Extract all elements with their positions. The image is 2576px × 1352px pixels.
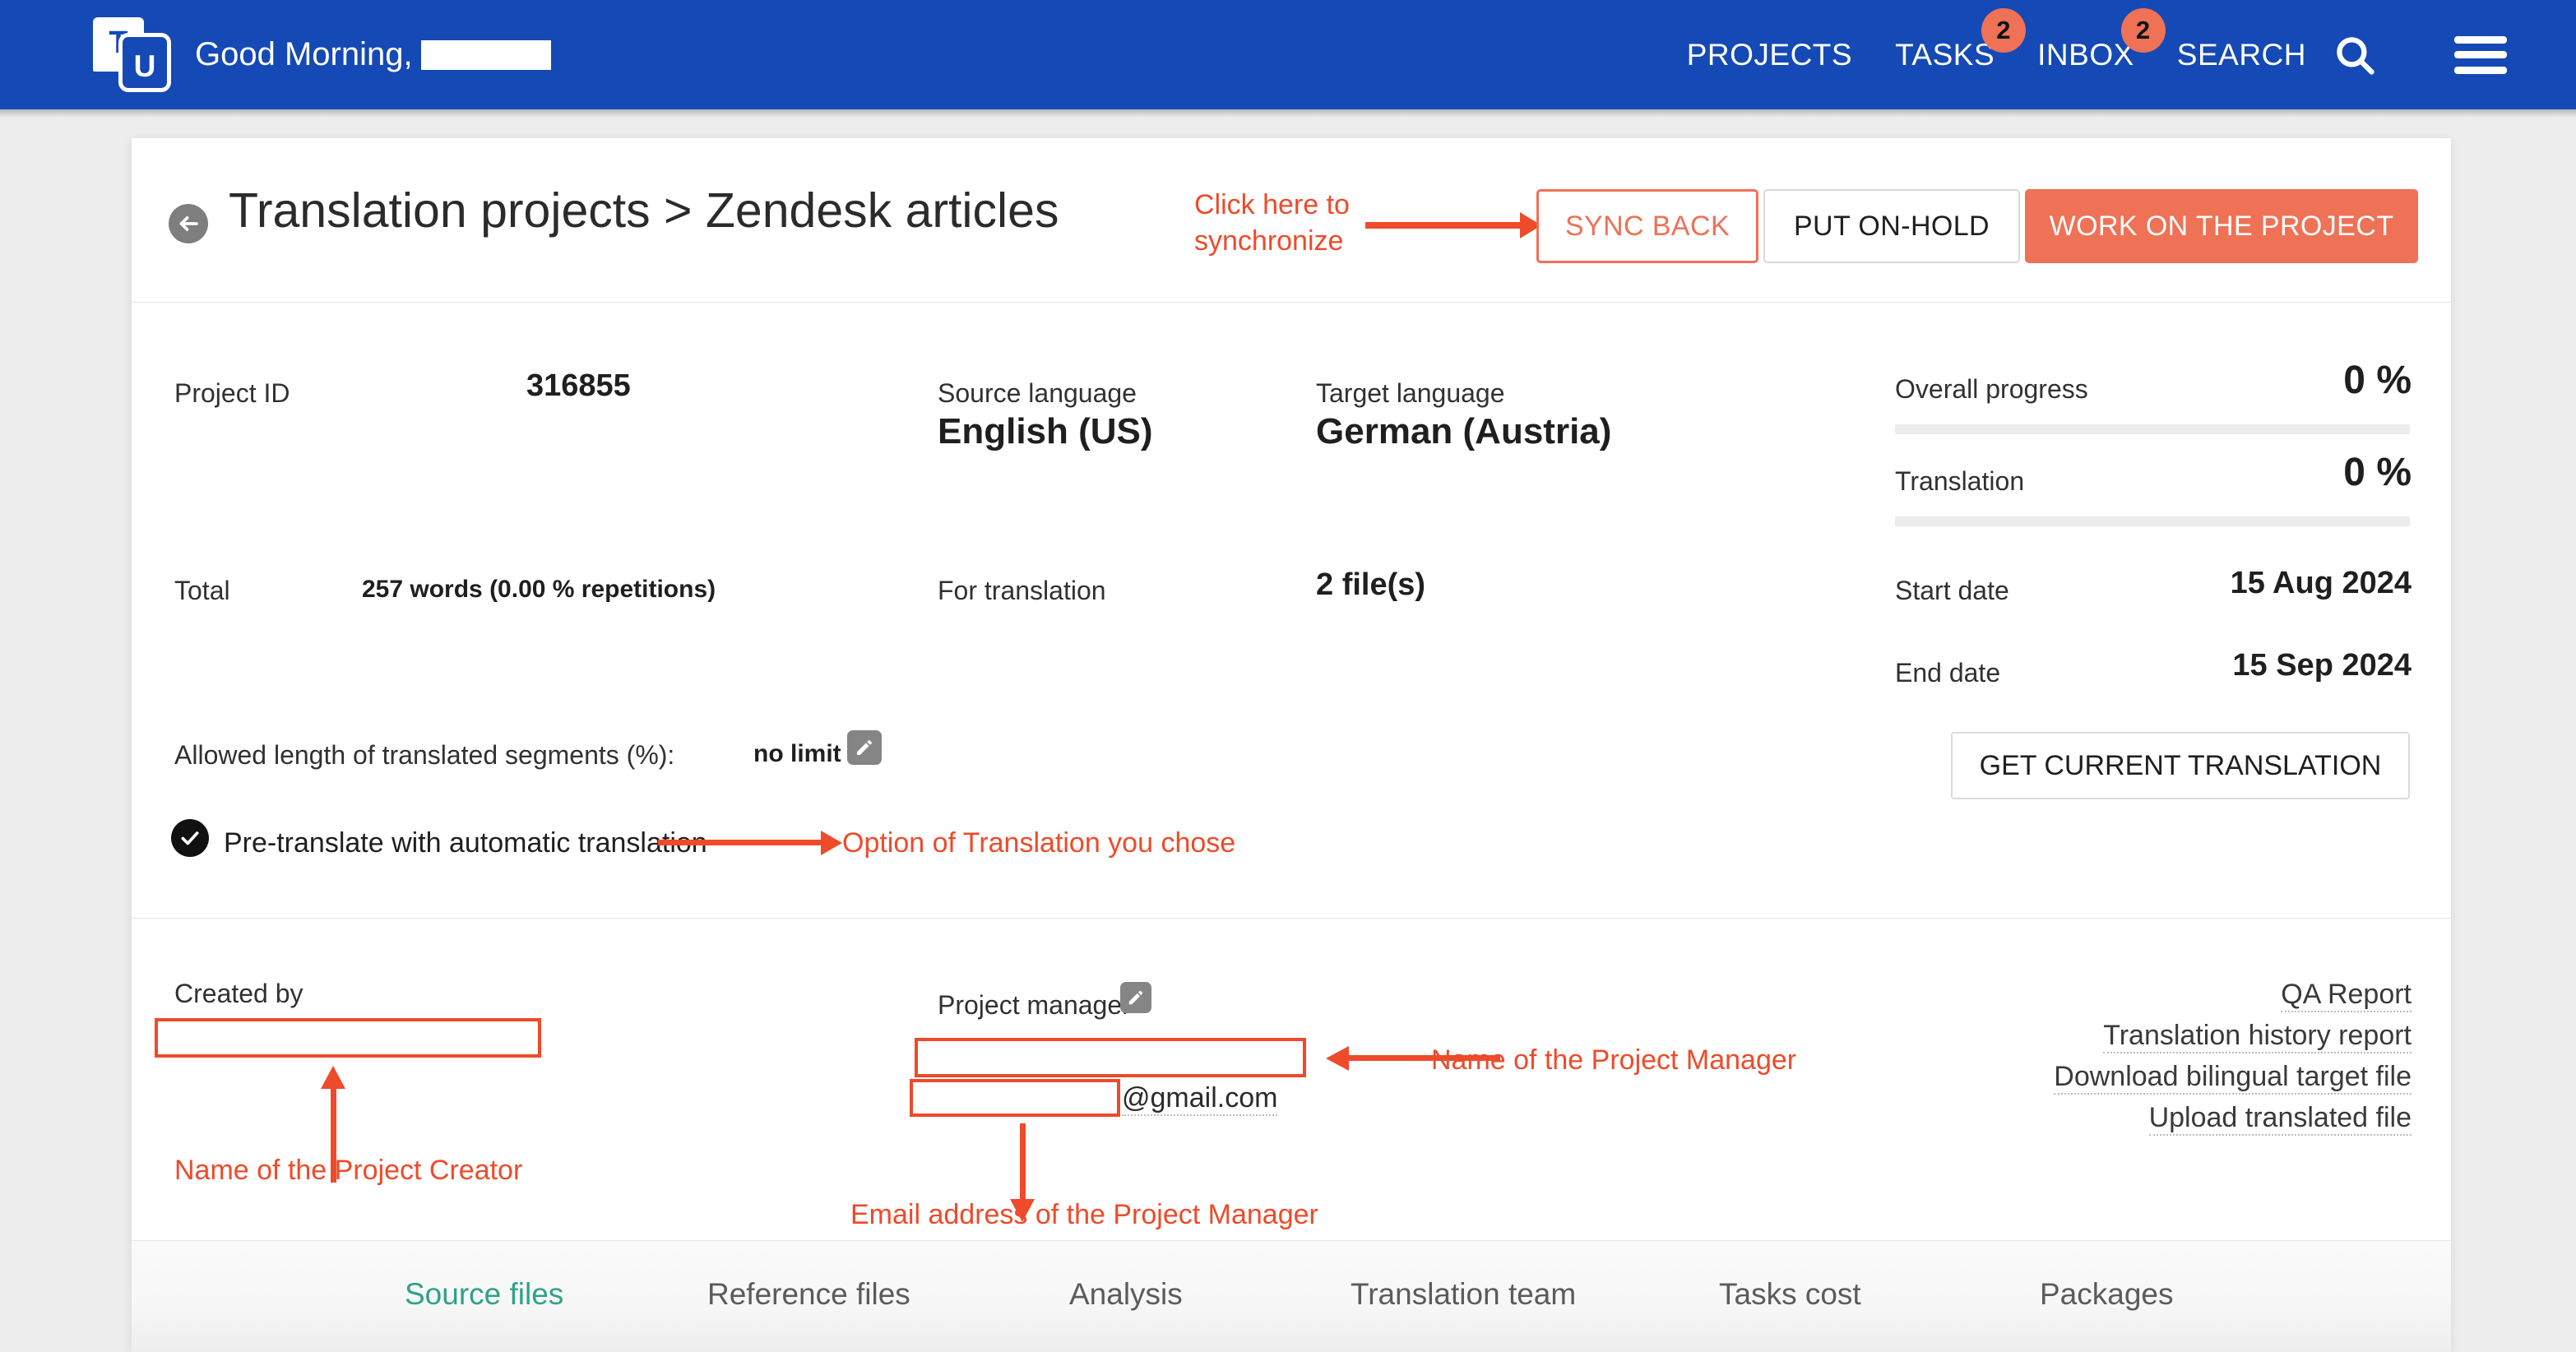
annotation-manager-email: Email address of the Project Manager xyxy=(850,1199,1318,1230)
nav-item-inbox-label: INBOX xyxy=(2037,37,2134,72)
nav-links: PROJECTS TASKS 2 INBOX 2 SEARCH xyxy=(1687,7,2507,82)
project-manager-email-user-redacted xyxy=(910,1079,1120,1117)
project-manager-email-domain: @gmail.com xyxy=(1122,1082,1278,1116)
allowed-length-label: Allowed length of translated segments (%… xyxy=(174,740,675,770)
tasks-badge: 2 xyxy=(1981,7,2027,53)
annotation-sync: Click here to synchronize xyxy=(1194,189,1350,257)
download-bilingual-target-file-link[interactable]: Download bilingual target file xyxy=(2054,1061,2412,1095)
nav-item-search-label: SEARCH xyxy=(2176,37,2306,72)
total-value: 257 words (0.00 % repetitions) xyxy=(362,576,716,603)
annotation-manager-arrow-head xyxy=(1326,1046,1349,1071)
back-arrow-icon[interactable] xyxy=(169,204,208,243)
greeting-label: Good Morning, xyxy=(195,36,413,72)
inbox-badge: 2 xyxy=(2120,7,2166,53)
search-icon[interactable] xyxy=(2328,28,2382,82)
total-label: Total xyxy=(174,576,230,605)
start-date-label: Start date xyxy=(1895,576,2009,605)
project-manager-pencil-edit-icon[interactable] xyxy=(1120,982,1151,1013)
end-date-value: 15 Sep 2024 xyxy=(2232,648,2412,683)
annotation-option-arrow-line xyxy=(658,840,822,845)
tab-analysis[interactable]: Analysis xyxy=(1069,1277,1183,1312)
upload-translated-file-link[interactable]: Upload translated file xyxy=(2148,1102,2412,1137)
annotation-creator-arrow-head xyxy=(321,1066,345,1089)
translation-history-report-link[interactable]: Translation history report xyxy=(2103,1020,2412,1054)
tab-tasks-cost[interactable]: Tasks cost xyxy=(1719,1277,1861,1312)
start-date-value: 15 Aug 2024 xyxy=(2230,566,2412,600)
target-language-label: Target language xyxy=(1316,378,1505,408)
translation-progress-bar xyxy=(1895,516,2410,526)
greeting-text: Good Morning, xyxy=(195,36,551,73)
allowed-length-pencil-edit-icon[interactable] xyxy=(847,730,882,765)
overall-progress-bar xyxy=(1895,424,2410,434)
pretranslate-label: Pre-translate with automatic translation xyxy=(224,827,707,859)
target-language-value: German (Austria) xyxy=(1316,411,1612,451)
nav-item-search[interactable]: SEARCH xyxy=(2177,38,2306,72)
get-current-translation-button[interactable]: GET CURRENT TRANSLATION xyxy=(1951,732,2410,799)
source-language-label: Source language xyxy=(938,378,1137,408)
allowed-length-value: no limit xyxy=(753,740,841,767)
translation-progress-label: Translation xyxy=(1895,466,2025,496)
annotation-sync-arrow-line xyxy=(1365,222,1522,229)
section-divider xyxy=(132,918,2451,919)
redacted-user-name xyxy=(420,39,551,70)
annotation-creator: Name of the Project Creator xyxy=(174,1155,523,1186)
work-on-project-button[interactable]: WORK ON THE PROJECT xyxy=(2025,189,2418,263)
tab-source-files[interactable]: Source files xyxy=(405,1277,563,1312)
nav-item-tasks-label: TASKS xyxy=(1895,37,1995,72)
translation-progress-value: 0 % xyxy=(2343,451,2412,494)
topbar-shadow xyxy=(0,109,2576,118)
page-title: Translation projects > Zendesk articles xyxy=(229,183,1059,238)
annotation-option: Option of Translation you chose xyxy=(842,827,1236,859)
project-id-label: Project ID xyxy=(174,378,290,408)
logo-letter-u: U xyxy=(118,32,171,92)
tab-translation-team[interactable]: Translation team xyxy=(1351,1277,1576,1312)
source-language-value: English (US) xyxy=(938,411,1153,451)
hamburger-menu-icon[interactable] xyxy=(2454,35,2507,74)
project-id-value: 316855 xyxy=(526,368,631,403)
tab-bar: Source files Reference files Analysis Tr… xyxy=(132,1240,2451,1352)
annotation-email-arrow-line xyxy=(1020,1123,1026,1202)
qa-report-link[interactable]: QA Report xyxy=(2281,979,2412,1013)
app-logo[interactable]: T U xyxy=(93,16,172,93)
nav-item-projects-label: PROJECTS xyxy=(1686,37,1853,72)
for-translation-value: 2 file(s) xyxy=(1316,567,1426,602)
nav-item-tasks[interactable]: TASKS 2 xyxy=(1895,7,2027,72)
overall-progress-value: 0 % xyxy=(2343,359,2412,402)
pretranslate-checkbox[interactable] xyxy=(171,819,209,857)
project-manager-value-redacted xyxy=(915,1038,1306,1077)
annotation-option-arrow-head xyxy=(821,831,842,855)
tab-reference-files[interactable]: Reference files xyxy=(707,1277,910,1312)
tab-packages[interactable]: Packages xyxy=(2040,1277,2174,1312)
created-by-value-redacted xyxy=(155,1018,541,1058)
nav-item-inbox[interactable]: INBOX 2 xyxy=(2037,7,2166,72)
put-on-hold-button[interactable]: PUT ON-HOLD xyxy=(1763,189,2020,263)
annotation-manager-name: Name of the Project Manager xyxy=(1431,1044,1797,1076)
created-by-label: Created by xyxy=(174,979,303,1008)
top-navigation-bar: T U Good Morning, PROJECTS TASKS 2 INBOX… xyxy=(0,0,2576,109)
overall-progress-label: Overall progress xyxy=(1895,374,2088,404)
nav-item-projects[interactable]: PROJECTS xyxy=(1687,38,1852,72)
for-translation-label: For translation xyxy=(938,576,1106,605)
project-manager-label: Project manager xyxy=(938,990,1131,1020)
end-date-label: End date xyxy=(1895,658,2001,688)
sync-back-button[interactable]: SYNC BACK xyxy=(1536,189,1758,263)
